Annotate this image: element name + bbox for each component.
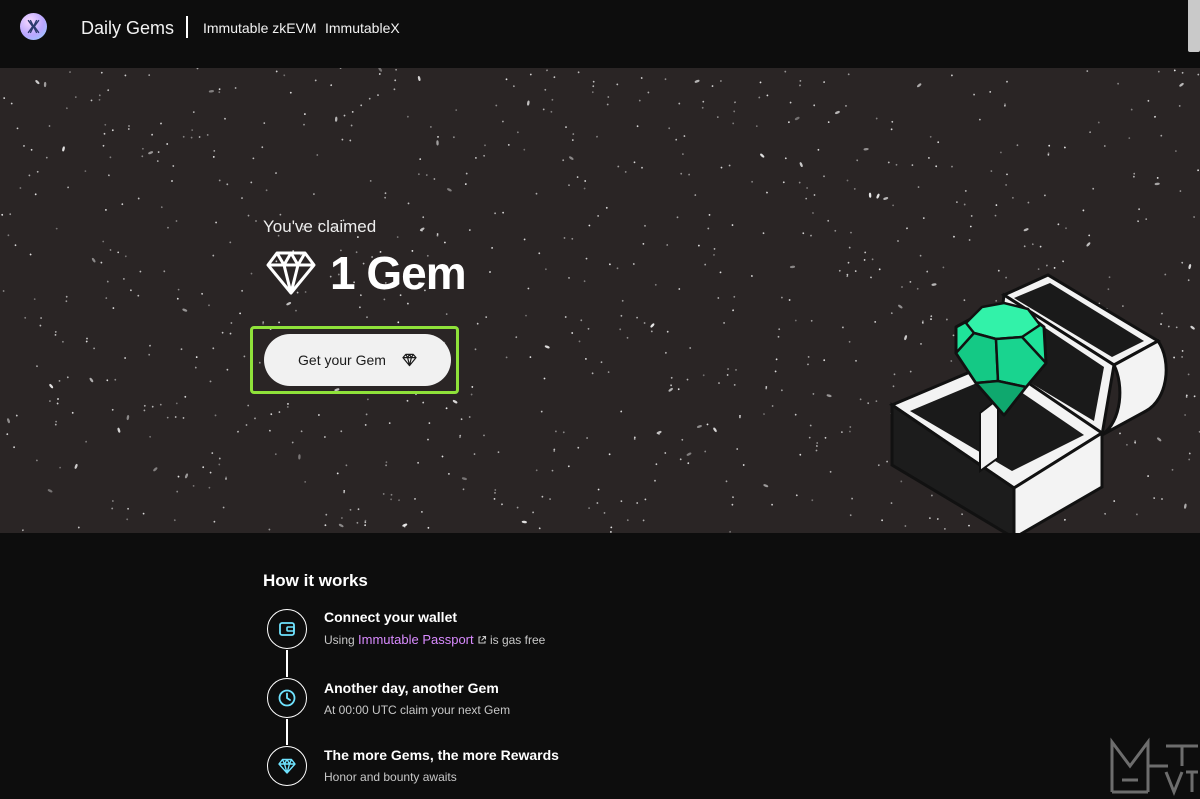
hero-section: You've claimed 1 Gem Get your Gem <box>0 68 1200 533</box>
step-desc-connect-wallet: Using Immutable Passport is gas free <box>324 632 545 647</box>
header-divider <box>186 16 188 38</box>
step-wallet-circle <box>267 609 307 649</box>
brand-title[interactable]: Daily Gems <box>81 18 174 39</box>
gem-icon <box>278 758 296 774</box>
claimed-label: You've claimed <box>263 217 377 236</box>
step-desc-more-gems: Honor and bounty awaits <box>324 770 457 784</box>
step-clock-circle <box>267 678 307 718</box>
step-gem-circle <box>267 746 307 786</box>
x-logo-icon <box>27 19 40 34</box>
immutable-passport-link[interactable]: Immutable Passport <box>358 632 474 647</box>
step-desc-prefix: Using <box>324 633 359 647</box>
wallet-icon <box>279 622 295 636</box>
gem-count: 1 Gem <box>330 247 467 299</box>
step-title-another-day: Another day, another Gem <box>324 680 499 696</box>
treasure-chest-illustration <box>888 273 1168 533</box>
get-your-gem-label: Get your Gem <box>298 352 386 368</box>
nav-link-immutablex[interactable]: ImmutableX <box>325 20 400 36</box>
diamond-icon <box>266 251 316 295</box>
step-connector <box>286 719 288 745</box>
immutable-x-logo[interactable] <box>20 13 47 40</box>
step-desc-suffix: is gas free <box>486 633 546 647</box>
small-diamond-icon <box>402 353 417 367</box>
top-nav-bar: Daily Gems Immutable zkEVM ImmutableX <box>0 0 1200 68</box>
how-it-works-title: How it works <box>263 571 368 590</box>
step-title-connect-wallet: Connect your wallet <box>324 609 458 625</box>
get-your-gem-button[interactable]: Get your Gem <box>264 334 451 386</box>
external-link-icon[interactable] <box>477 635 487 645</box>
nav-link-immutable-zkevm[interactable]: Immutable zkEVM <box>203 20 317 36</box>
step-desc-another-day: At 00:00 UTC claim your next Gem <box>324 703 511 717</box>
clock-icon <box>278 689 296 707</box>
watermark-logo <box>1110 737 1198 797</box>
gem-count-row: 1 Gem <box>266 246 467 300</box>
step-title-more-gems: The more Gems, the more Rewards <box>324 747 559 763</box>
scrollbar-thumb[interactable] <box>1188 0 1200 52</box>
step-connector <box>286 650 288 677</box>
